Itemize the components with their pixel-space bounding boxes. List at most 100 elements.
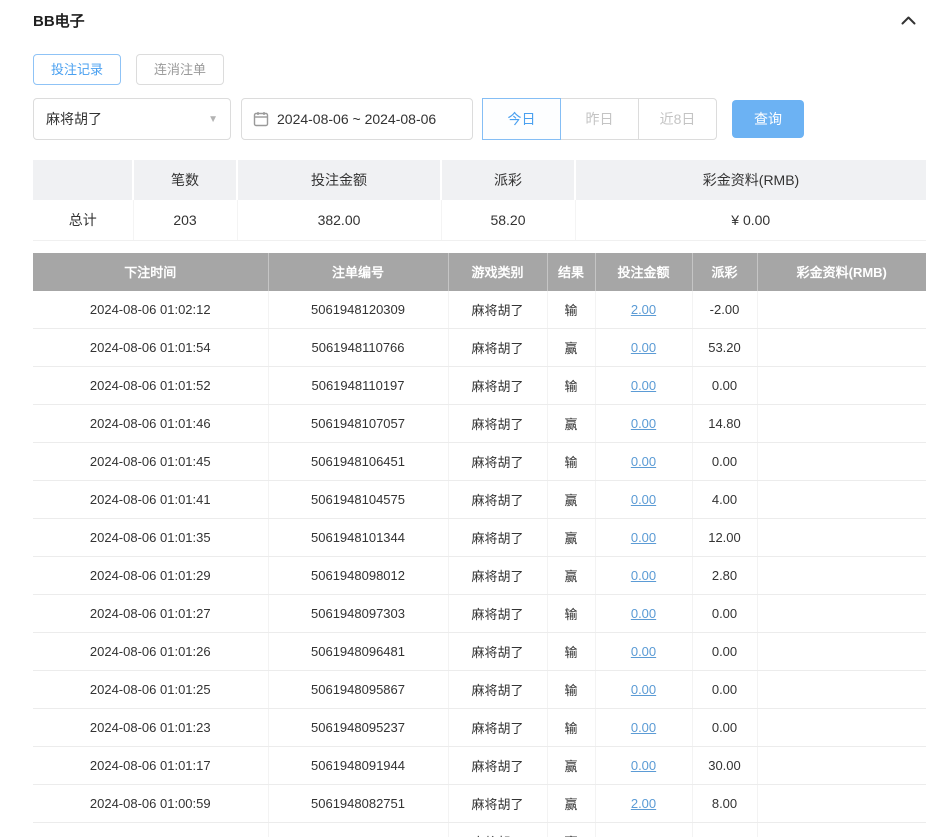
bet-amount-link[interactable]: 0.00 <box>631 682 656 697</box>
tab[interactable]: 连消注单 <box>136 54 225 85</box>
bet-time: 2024-08-06 01:00:45 <box>33 822 269 837</box>
result: 赢 <box>547 746 596 785</box>
jackpot <box>757 822 926 837</box>
game-type: 麻将胡了 <box>448 822 548 837</box>
quick-date-button[interactable]: 昨日 <box>560 98 639 140</box>
order-id: 5061948120309 <box>268 290 449 329</box>
result: 输 <box>547 442 596 481</box>
bet-time: 2024-08-06 01:01:54 <box>33 328 269 367</box>
result: 赢 <box>547 556 596 595</box>
bet-time: 2024-08-06 01:01:17 <box>33 746 269 785</box>
bet-amount-cell: 0.00 <box>595 442 693 481</box>
bet-amount-link[interactable]: 0.00 <box>631 644 656 659</box>
tab[interactable]: 投注记录 <box>33 54 122 85</box>
column-header-bet-amount: 投注金额 <box>595 252 693 291</box>
payout: 12.00 <box>692 518 758 557</box>
result: 赢 <box>547 784 596 823</box>
table-row: 2024-08-06 01:01:27 5061948097303 麻将胡了 输… <box>33 594 926 633</box>
bet-amount-link[interactable]: 0.00 <box>631 720 656 735</box>
summary-header-jackpot: 彩金资料(RMB) <box>575 160 926 200</box>
bet-time: 2024-08-06 01:02:12 <box>33 290 269 329</box>
result: 输 <box>547 632 596 671</box>
date-range-picker[interactable]: 2024-08-06 ~ 2024-08-06 <box>241 98 473 140</box>
table-row: 2024-08-06 01:01:25 5061948095867 麻将胡了 输… <box>33 670 926 709</box>
bet-amount-cell: 0.00 <box>595 670 693 709</box>
result: 输 <box>547 290 596 329</box>
bet-time: 2024-08-06 01:01:45 <box>33 442 269 481</box>
game-type: 麻将胡了 <box>448 480 548 519</box>
game-type: 麻将胡了 <box>448 632 548 671</box>
game-type: 麻将胡了 <box>448 442 548 481</box>
payout: 4.00 <box>692 480 758 519</box>
table-row: 2024-08-06 01:01:54 5061948110766 麻将胡了 赢… <box>33 328 926 367</box>
page-title: BB电子 <box>33 12 85 30</box>
bet-amount-link[interactable]: 0.00 <box>631 378 656 393</box>
jackpot <box>757 746 926 785</box>
payout: 14.80 <box>692 404 758 443</box>
table-row: 2024-08-06 01:01:52 5061948110197 麻将胡了 输… <box>33 366 926 405</box>
bet-time: 2024-08-06 01:01:29 <box>33 556 269 595</box>
order-id: 5061948097303 <box>268 594 449 633</box>
result: 赢 <box>547 518 596 557</box>
game-type: 麻将胡了 <box>448 746 548 785</box>
payout: 0.00 <box>692 366 758 405</box>
game-type: 麻将胡了 <box>448 708 548 747</box>
bet-amount-link[interactable]: 0.00 <box>631 492 656 507</box>
bet-time: 2024-08-06 01:01:23 <box>33 708 269 747</box>
bet-amount-cell: 0.00 <box>595 404 693 443</box>
game-type: 麻将胡了 <box>448 556 548 595</box>
table-row: 2024-08-06 01:01:26 5061948096481 麻将胡了 输… <box>33 632 926 671</box>
payout: 8.00 <box>692 784 758 823</box>
bet-time: 2024-08-06 01:01:52 <box>33 366 269 405</box>
bet-amount-cell: 0.00 <box>595 746 693 785</box>
column-header-order-id: 注单编号 <box>268 252 449 291</box>
payout: 30.00 <box>692 746 758 785</box>
game-type: 麻将胡了 <box>448 328 548 367</box>
summary-header-count: 笔数 <box>133 160 238 200</box>
table-row: 2024-08-06 01:00:45 5061947589134 麻将胡了 赢… <box>33 822 926 837</box>
payout: 0.00 <box>692 442 758 481</box>
bet-amount-cell: 0.00 <box>595 518 693 557</box>
jackpot <box>757 480 926 519</box>
game-select[interactable]: 麻将胡了 ▼ <box>33 98 231 140</box>
summary-jackpot: ¥ 0.00 <box>575 200 926 241</box>
order-id: 5061948104575 <box>268 480 449 519</box>
jackpot <box>757 556 926 595</box>
bet-amount-link[interactable]: 0.00 <box>631 568 656 583</box>
bet-time: 2024-08-06 01:01:46 <box>33 404 269 443</box>
quick-date-button[interactable]: 今日 <box>482 98 561 140</box>
payout: 0.00 <box>692 670 758 709</box>
bet-amount-cell: 0.00 <box>595 822 693 837</box>
bet-amount-link[interactable]: 0.00 <box>631 606 656 621</box>
order-id: 5061948095237 <box>268 708 449 747</box>
bet-amount-link[interactable]: 0.00 <box>631 454 656 469</box>
bet-amount-link[interactable]: 0.00 <box>631 416 656 431</box>
search-button[interactable]: 查询 <box>732 100 804 138</box>
summary-header-empty <box>33 160 134 200</box>
game-type: 麻将胡了 <box>448 404 548 443</box>
summary-total-row: 总计 203 382.00 58.20 ¥ 0.00 <box>33 200 926 241</box>
bet-amount-link[interactable]: 2.00 <box>631 796 656 811</box>
quick-date-button[interactable]: 近8日 <box>638 98 717 140</box>
column-header-jackpot: 彩金资料(RMB) <box>757 252 926 291</box>
result: 赢 <box>547 822 596 837</box>
table-row: 2024-08-06 01:01:41 5061948104575 麻将胡了 赢… <box>33 480 926 519</box>
jackpot <box>757 290 926 329</box>
bet-amount-cell: 0.00 <box>595 480 693 519</box>
jackpot <box>757 518 926 557</box>
bet-amount-link[interactable]: 2.00 <box>631 302 656 317</box>
summary-bet-amount: 382.00 <box>237 200 442 241</box>
payout: 2.80 <box>692 556 758 595</box>
result: 输 <box>547 670 596 709</box>
payout: 0.00 <box>692 708 758 747</box>
payout: 13.40 <box>692 822 758 837</box>
result: 输 <box>547 366 596 405</box>
bet-time: 2024-08-06 01:01:25 <box>33 670 269 709</box>
bet-amount-link[interactable]: 0.00 <box>631 340 656 355</box>
payout: 0.00 <box>692 594 758 633</box>
bet-amount-link[interactable]: 0.00 <box>631 758 656 773</box>
game-select-value: 麻将胡了 <box>46 111 102 127</box>
collapse-panel-button[interactable] <box>896 8 920 32</box>
table-row: 2024-08-06 01:01:46 5061948107057 麻将胡了 赢… <box>33 404 926 443</box>
bet-amount-link[interactable]: 0.00 <box>631 530 656 545</box>
